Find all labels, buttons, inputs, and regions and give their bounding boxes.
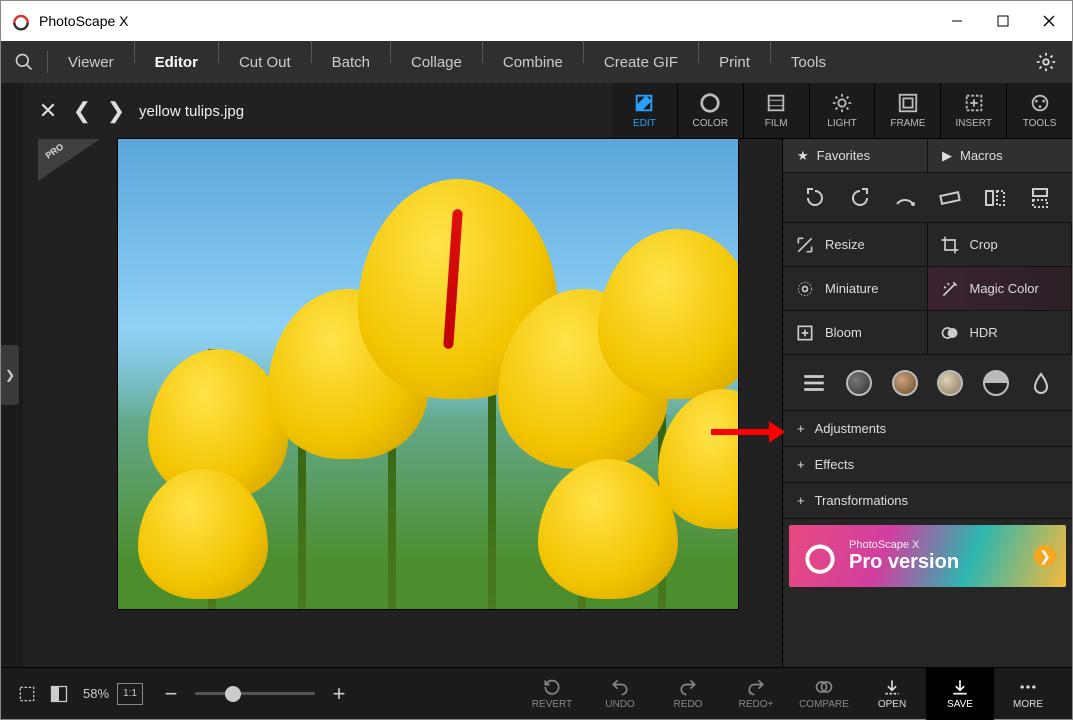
filter-gray-icon[interactable] xyxy=(844,368,874,398)
zoom-1to1-button[interactable]: 1:1 xyxy=(117,683,143,705)
adjust-crop[interactable]: Crop xyxy=(928,223,1073,267)
play-icon: ▶ xyxy=(942,148,952,164)
menubar: Viewer Editor Cut Out Batch Collage Combine Cr… xyxy=(1,41,1072,83)
adjust-hdr[interactable]: HDR xyxy=(928,311,1073,355)
bottom-redo-plus[interactable]: +REDO+ xyxy=(722,668,790,720)
bottom-redo[interactable]: REDO xyxy=(654,668,722,720)
image-canvas[interactable] xyxy=(118,139,738,609)
menu-viewer[interactable]: Viewer xyxy=(54,41,128,83)
bottom-bar: 58% 1:1 − + REVERTUNDOREDO+REDO+COMPAREO… xyxy=(1,667,1072,719)
prev-file-button[interactable]: ❮ xyxy=(65,94,99,128)
close-button[interactable] xyxy=(1026,1,1072,41)
search-icon[interactable] xyxy=(7,45,41,79)
pro-banner[interactable]: PhotoScape X Pro version ❯ xyxy=(789,525,1066,587)
tool-tab-tools[interactable]: TOOLS xyxy=(1007,83,1072,138)
file-name: yellow tulips.jpg xyxy=(139,103,244,120)
titlebar: PhotoScape X xyxy=(1,1,1072,41)
menu-editor[interactable]: Editor xyxy=(141,41,212,83)
bottom-undo[interactable]: UNDO xyxy=(586,668,654,720)
expander-transformations[interactable]: +Transformations xyxy=(783,483,1072,519)
plus-icon: + xyxy=(797,421,805,436)
macros-button[interactable]: ▶Macros xyxy=(927,139,1072,172)
menu-batch[interactable]: Batch xyxy=(318,41,384,83)
canvas-area: ✕ ❮ ❯ yellow tulips.jpg PRO xyxy=(23,83,782,667)
left-gutter: ❯ xyxy=(1,83,23,667)
rotate-cw-icon[interactable] xyxy=(844,182,876,214)
tool-tab-light[interactable]: LIGHT xyxy=(810,83,876,138)
right-panel: ★Favorites ▶Macros ResizeCropMiniatureMa… xyxy=(782,139,1072,667)
star-icon: ★ xyxy=(797,148,809,164)
select-tool-icon[interactable] xyxy=(11,678,43,710)
expander-adjustments[interactable]: +Adjustments xyxy=(783,411,1072,447)
bottom-save[interactable]: SAVE xyxy=(926,668,994,720)
plus-icon: + xyxy=(797,457,805,472)
rotate-row xyxy=(783,173,1072,223)
window-title: PhotoScape X xyxy=(39,13,129,29)
adjust-bloom[interactable]: Bloom xyxy=(783,311,928,355)
maximize-button[interactable] xyxy=(980,1,1026,41)
menu-cut-out[interactable]: Cut Out xyxy=(225,41,305,83)
menu-collage[interactable]: Collage xyxy=(397,41,476,83)
pro-badge: PRO xyxy=(38,139,100,181)
settings-button[interactable] xyxy=(1026,42,1066,82)
bottom-compare[interactable]: COMPARE xyxy=(790,668,858,720)
zoom-in-button[interactable]: + xyxy=(323,678,355,710)
chevron-right-icon: ❯ xyxy=(1034,545,1056,567)
tool-tab-frame[interactable]: FRAME xyxy=(875,83,941,138)
banner-brand: PhotoScape X xyxy=(849,539,959,551)
app-logo-icon xyxy=(11,11,31,31)
bottom-more[interactable]: MORE xyxy=(994,668,1062,720)
minimize-button[interactable] xyxy=(934,1,980,41)
menu-tools[interactable]: Tools xyxy=(777,41,840,83)
tool-tab-insert[interactable]: INSERT xyxy=(941,83,1007,138)
tool-tab-film[interactable]: FILM xyxy=(744,83,810,138)
tool-tab-edit[interactable]: EDIT xyxy=(612,83,678,138)
svg-text:+: + xyxy=(748,687,753,697)
expander-effects[interactable]: +Effects xyxy=(783,447,1072,483)
bg-toggle-icon[interactable] xyxy=(43,678,75,710)
adjust-miniature[interactable]: Miniature xyxy=(783,267,928,311)
filter-warm-icon[interactable] xyxy=(935,368,965,398)
plus-icon: + xyxy=(797,493,805,508)
close-file-button[interactable]: ✕ xyxy=(31,94,65,128)
zoom-percent[interactable]: 58% xyxy=(83,686,109,701)
filter-sepia-icon[interactable] xyxy=(890,368,920,398)
banner-line: Pro version xyxy=(849,551,959,574)
favorites-button[interactable]: ★Favorites xyxy=(783,139,927,172)
straighten-icon[interactable] xyxy=(934,182,966,214)
zoom-slider[interactable] xyxy=(195,684,315,704)
tool-tab-color[interactable]: COLOR xyxy=(678,83,744,138)
bottom-open[interactable]: OPEN xyxy=(858,668,926,720)
menu-print[interactable]: Print xyxy=(705,41,764,83)
menu-create-gif[interactable]: Create GIF xyxy=(590,41,692,83)
filter-bandw-icon[interactable] xyxy=(981,368,1011,398)
zoom-out-button[interactable]: − xyxy=(155,678,187,710)
flip-vertical-icon[interactable] xyxy=(1024,182,1056,214)
filter-drop-icon[interactable] xyxy=(1026,368,1056,398)
bottom-revert[interactable]: REVERT xyxy=(518,668,586,720)
adjust-magic-color[interactable]: Magic Color xyxy=(928,267,1073,311)
flip-horizontal-icon[interactable] xyxy=(979,182,1011,214)
rotate-angle-icon[interactable] xyxy=(889,182,921,214)
filter-preset-row xyxy=(783,355,1072,411)
panel-expand-tab[interactable]: ❯ xyxy=(1,345,19,405)
filter-list-icon[interactable] xyxy=(799,368,829,398)
next-file-button[interactable]: ❯ xyxy=(99,94,133,128)
adjust-resize[interactable]: Resize xyxy=(783,223,928,267)
rotate-ccw-icon[interactable] xyxy=(799,182,831,214)
menu-combine[interactable]: Combine xyxy=(489,41,577,83)
